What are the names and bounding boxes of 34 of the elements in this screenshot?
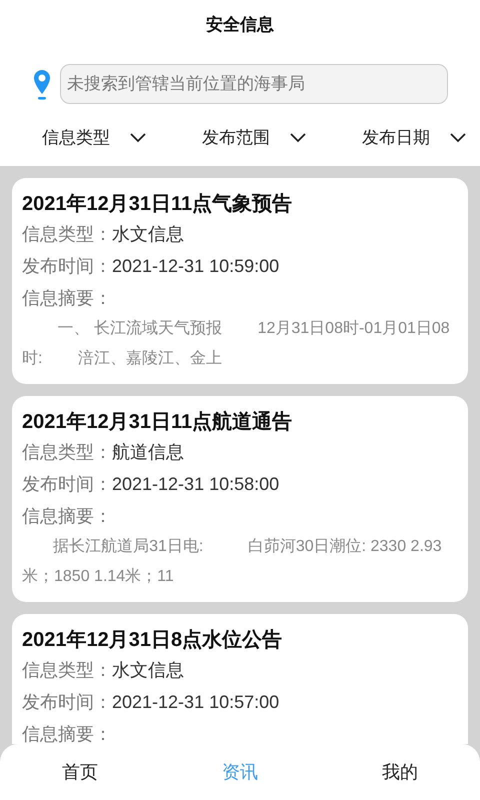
field-label: 信息类型： — [22, 659, 112, 682]
nav-tab[interactable]: 我的 — [320, 758, 480, 786]
field-label: 信息类型： — [22, 441, 112, 464]
field-value: 2021-12-31 10:59:00 — [112, 255, 280, 278]
chevron-down-icon — [450, 133, 466, 143]
news-title: 2021年12月31日8点水位公告 — [22, 628, 284, 653]
chevron-down-icon — [130, 133, 146, 143]
field-value: 2021-12-31 10:58:00 — [112, 473, 280, 496]
page-title: 安全信息 — [206, 14, 274, 36]
filter-dropdown[interactable]: 信息类型 — [0, 125, 160, 151]
field-label: 发布时间： — [22, 473, 112, 496]
news-title: 2021年12月31日11点航道通告 — [22, 410, 294, 435]
nav-tab[interactable]: 首页 — [0, 758, 160, 786]
field-value: 航道信息 — [112, 441, 184, 464]
news-card[interactable]: 2021年12月31日11点气象预告 信息类型：水文信息 发布时间：2021-12-31 10:59:00 信息摘要： 一、 长江流域天气预报 12月31日08时-01月01日08时: 涪江、嘉陵江、金上 — [12, 178, 468, 384]
field-value: 水文信息 — [112, 223, 184, 246]
field-label: 发布时间： — [22, 691, 112, 714]
chevron-down-icon — [290, 133, 306, 143]
news-card[interactable]: 2021年12月31日8点水位公告 信息类型：水文信息 发布时间：2021-12-31 10:57:00 信息摘要： — [12, 614, 468, 744]
summary-text: 据长江航道局31日电: 白茆河30日潮位: 2330 2.93米；1850 1.14米；11 — [22, 536, 443, 587]
location-pin-icon — [32, 68, 52, 100]
field-label: 信息摘要： — [22, 287, 112, 310]
field-label: 信息类型： — [22, 223, 112, 246]
summary-text: 一、 长江流域天气预报 12月31日08时-01月01日08时: 涪江、嘉陵江、金上 — [22, 318, 451, 369]
news-card[interactable]: 2021年12月31日11点航道通告 信息类型：航道信息 发布时间：2021-12-31 10:58:00 信息摘要： 据长江航道局31日电: 白茆河30日潮位: 2330 2.93米；1850 1.14米；11 — [12, 396, 468, 602]
field-label: 发布时间： — [22, 255, 112, 278]
field-value: 2021-12-31 10:57:00 — [112, 691, 280, 714]
search-field[interactable]: 未搜索到管辖当前位置的海事局 — [60, 64, 448, 104]
field-label: 信息摘要： — [22, 505, 112, 528]
news-title: 2021年12月31日11点气象预告 — [22, 192, 294, 217]
field-label: 信息摘要： — [22, 723, 112, 744]
filter-dropdown[interactable]: 发布日期 — [320, 125, 480, 151]
field-value: 水文信息 — [112, 659, 184, 682]
filter-dropdown[interactable]: 发布范围 — [160, 125, 320, 151]
